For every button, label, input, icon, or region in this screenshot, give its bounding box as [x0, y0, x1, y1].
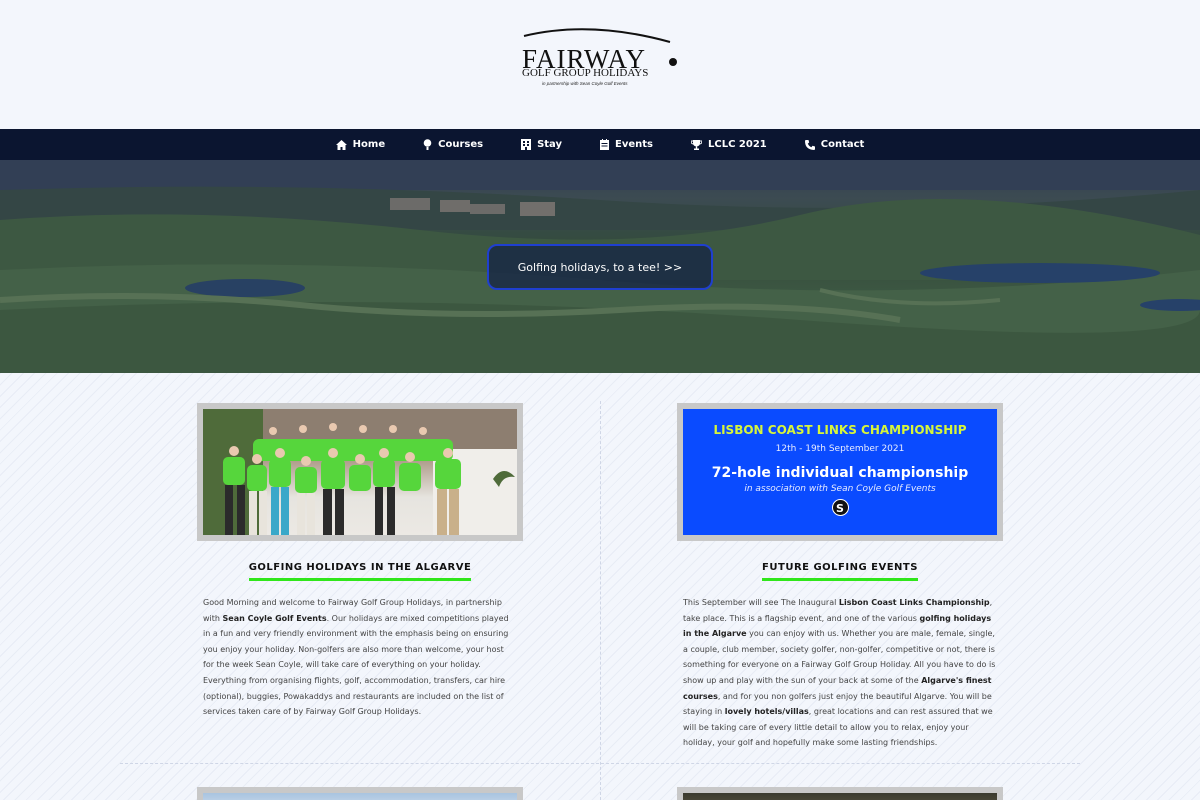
trophy-icon [691, 139, 702, 150]
phone-icon [804, 139, 815, 150]
next-card-right-frame[interactable] [677, 787, 1003, 800]
lclc-emphasis: Lisbon Coast Links Championship [838, 598, 990, 607]
nav-item-courses[interactable]: Courses [423, 139, 483, 150]
events-heading-text: FUTURE GOLFING EVENTS [762, 562, 918, 581]
algarve-column: GOLFING HOLIDAYS IN THE ALGARVE Good Mor… [197, 403, 523, 720]
logo-subtitle: GOLF GROUP HOLIDAYS [522, 67, 649, 79]
hotels-villas-emphasis: lovely hotels/villas [724, 707, 809, 717]
main-content: GOLFING HOLIDAYS IN THE ALGARVE Good Mor… [0, 373, 1200, 800]
sean-coyle-emphasis: Sean Coyle Golf Events [222, 613, 327, 623]
nav-item-label: Events [615, 139, 653, 150]
banner-headline: 72-hole individual championship [711, 465, 969, 481]
hero-cta-button[interactable]: Golfing holidays, to a tee! >> [487, 244, 713, 290]
column-divider [600, 401, 601, 800]
events-column: LISBON COAST LINKS CHAMPIONSHIP 12th - 1… [677, 403, 1003, 751]
hero-banner: Golfing holidays, to a tee! >> [0, 160, 1200, 373]
group-photo [203, 409, 517, 535]
text-segment: . Our holidays are mixed competitions pl… [203, 613, 509, 717]
algarve-paragraph: Good Morning and welcome to Fairway Golf… [197, 595, 523, 720]
site-header: FAIRWAY GOLF GROUP HOLIDAYS in partnersh… [0, 0, 1200, 129]
banner-title: LISBON COAST LINKS CHAMPIONSHIP [713, 423, 967, 437]
nav-item-label: Home [352, 139, 386, 150]
nav-item-events[interactable]: Events [600, 139, 653, 150]
sean-coyle-logo-icon: S [831, 499, 849, 516]
nav-item-lclc[interactable]: LCLC 2021 [691, 139, 767, 150]
nav-item-label: LCLC 2021 [708, 139, 767, 150]
calendar-icon [600, 139, 610, 150]
banner-association: in association with Sean Coyle Golf Even… [744, 484, 936, 494]
fairway-logo[interactable]: FAIRWAY GOLF GROUP HOLIDAYS in partnersh… [520, 24, 680, 90]
building-icon [521, 139, 532, 150]
main-nav: Home Courses Stay Events LCLC 2021 Conta… [0, 129, 1200, 160]
golf-ball-icon [423, 139, 432, 150]
text-segment: This September will see The Inaugural [683, 598, 839, 607]
algarve-heading: GOLFING HOLIDAYS IN THE ALGARVE [197, 557, 523, 581]
algarve-heading-text: GOLFING HOLIDAYS IN THE ALGARVE [248, 562, 472, 581]
next-card-left-frame[interactable] [197, 787, 523, 800]
championship-banner: LISBON COAST LINKS CHAMPIONSHIP 12th - 1… [683, 409, 997, 535]
home-icon [335, 139, 347, 150]
events-paragraph: This September will see The Inaugural Li… [677, 595, 1003, 751]
nav-item-label: Contact [820, 139, 865, 150]
row-divider [120, 763, 1080, 764]
nav-item-label: Stay [537, 139, 563, 150]
nav-item-stay[interactable]: Stay [521, 139, 562, 150]
next-card-right-image [683, 793, 997, 800]
nav-item-label: Courses [438, 139, 484, 150]
championship-banner-frame[interactable]: LISBON COAST LINKS CHAMPIONSHIP 12th - 1… [677, 403, 1003, 541]
banner-dates: 12th - 19th September 2021 [775, 444, 905, 454]
group-photo-frame[interactable] [197, 403, 523, 541]
events-heading: FUTURE GOLFING EVENTS [677, 557, 1003, 581]
next-card-left-image [203, 793, 517, 800]
nav-item-home[interactable]: Home [335, 139, 386, 150]
nav-item-contact[interactable]: Contact [804, 139, 865, 150]
logo-tagline: in partnership with Sean Coyle Golf Even… [542, 81, 628, 86]
